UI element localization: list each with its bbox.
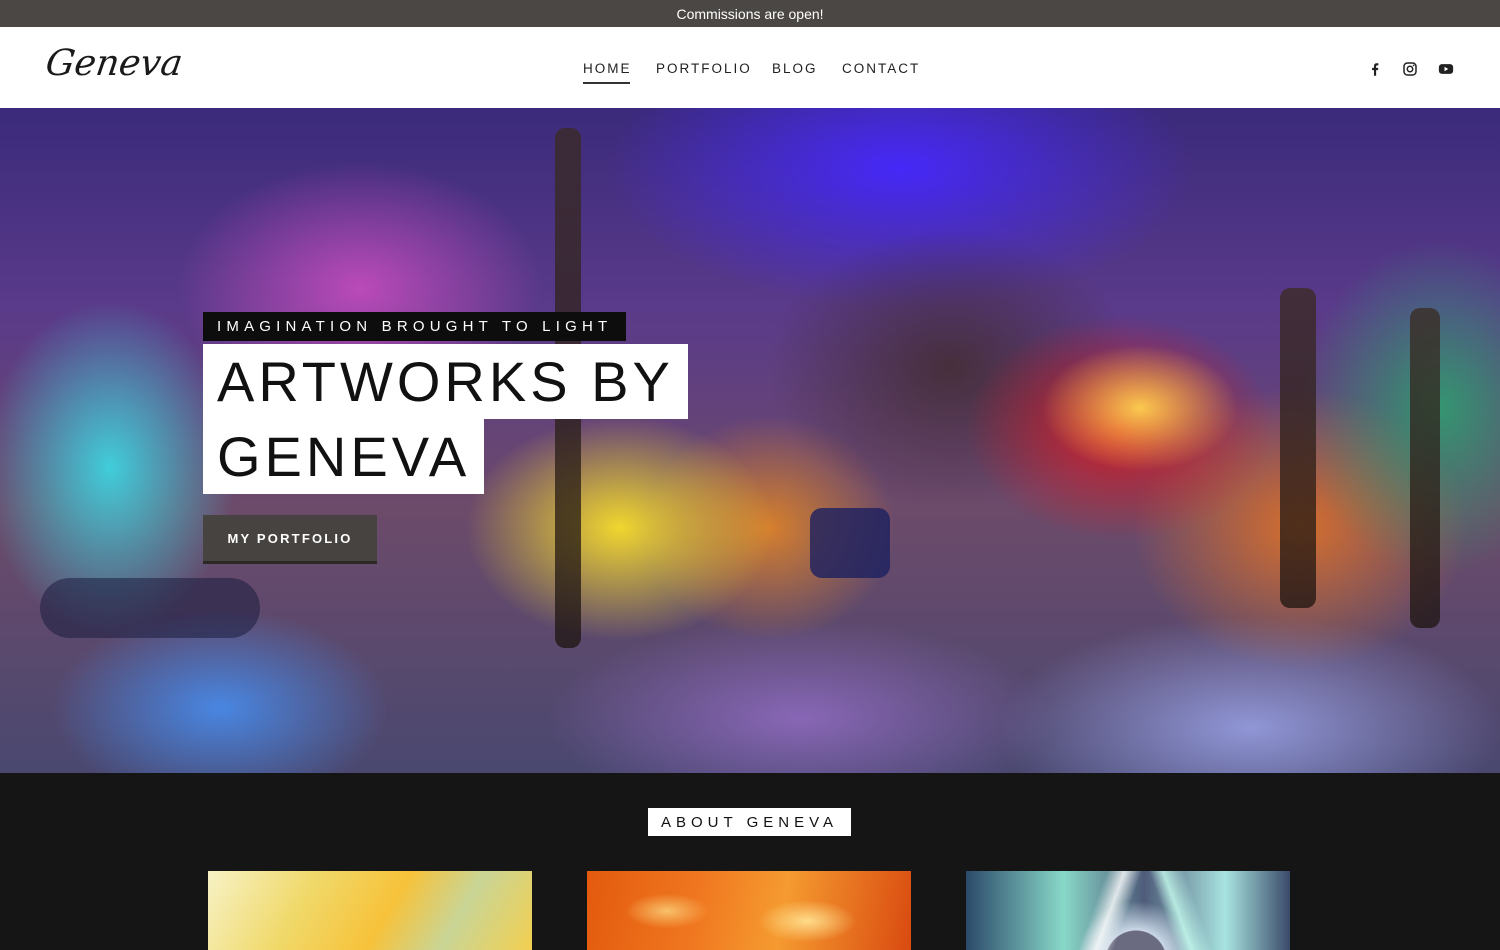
facebook-icon[interactable] xyxy=(1366,60,1384,78)
announcement-text: Commissions are open! xyxy=(676,5,824,22)
about-heading: ABOUT GENEVA xyxy=(648,808,851,836)
my-portfolio-button[interactable]: MY PORTFOLIO xyxy=(203,515,377,561)
hero-banner: IMAGINATION BROUGHT TO LIGHT ARTWORKS BY… xyxy=(0,108,1500,773)
nav-home[interactable]: HOME xyxy=(583,61,632,84)
hero-title-line-1: ARTWORKS BY xyxy=(203,344,688,419)
instagram-icon[interactable] xyxy=(1401,60,1419,78)
about-thumbnail-2[interactable] xyxy=(587,871,911,950)
hero-painting-detail xyxy=(1410,308,1440,628)
nav-contact[interactable]: CONTACT xyxy=(842,61,920,76)
hero-painting-detail xyxy=(40,578,260,638)
hero-painting-detail xyxy=(1280,288,1316,608)
about-thumbnail-1[interactable] xyxy=(208,871,532,950)
hero-painting-detail xyxy=(810,508,890,578)
about-thumbnail-3[interactable] xyxy=(966,871,1290,950)
youtube-icon[interactable] xyxy=(1437,60,1455,78)
main-nav: HOME PORTFOLIO BLOG CONTACT xyxy=(0,27,1500,108)
hero-eyebrow: IMAGINATION BROUGHT TO LIGHT xyxy=(203,312,627,341)
nav-blog[interactable]: BLOG xyxy=(772,61,818,76)
site-header: Geneva HOME PORTFOLIO BLOG CONTACT xyxy=(0,27,1500,108)
nav-portfolio[interactable]: PORTFOLIO xyxy=(656,61,752,76)
announcement-bar: Commissions are open! xyxy=(0,0,1500,27)
hero-title-line-2: GENEVA xyxy=(203,419,485,494)
